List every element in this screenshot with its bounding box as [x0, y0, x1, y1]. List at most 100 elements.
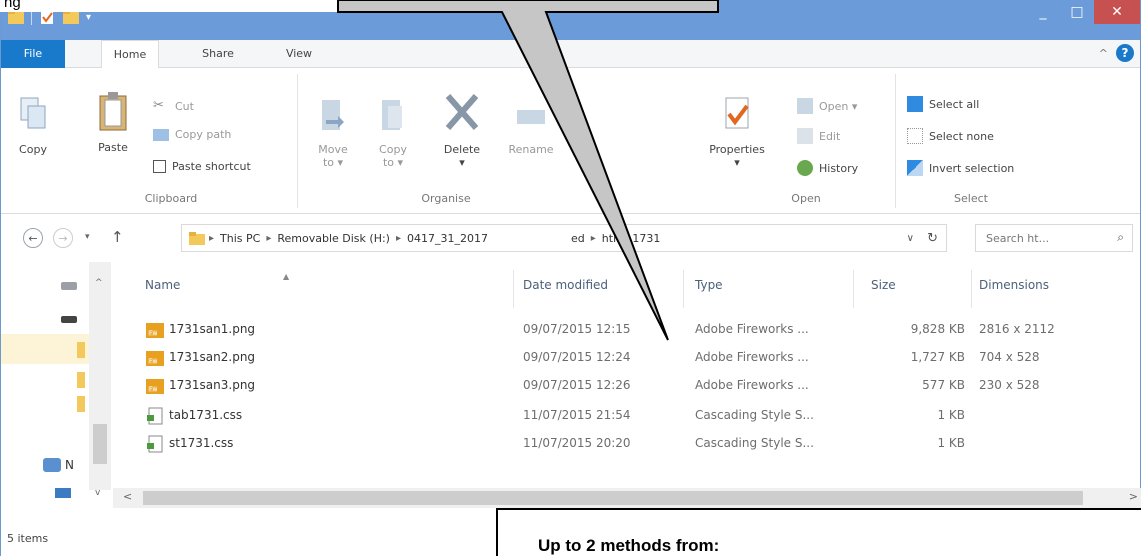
window-controls: _ □ ✕	[1026, 0, 1140, 32]
horizontal-scroll-thumb[interactable]	[143, 491, 1083, 505]
close-button[interactable]: ✕	[1094, 0, 1140, 24]
breadcrumb-html-1731[interactable]: html_1731	[602, 232, 661, 245]
cut-label: Cut	[175, 99, 194, 113]
open-button[interactable]: Open ▾	[797, 98, 857, 114]
network-label[interactable]: N	[65, 458, 74, 472]
minimize-ribbon-icon[interactable]: ^	[1099, 47, 1108, 60]
search-input[interactable]: Search ht...	[986, 232, 1049, 245]
copy-button[interactable]: Copy	[15, 96, 51, 156]
file-dimensions: 704 x 528	[979, 350, 1040, 364]
column-divider[interactable]	[971, 270, 972, 308]
copy-to-icon	[382, 100, 402, 130]
drive-icon[interactable]	[61, 282, 77, 290]
copy-to-button[interactable]: Copy to ▾	[373, 98, 413, 169]
tab-view[interactable]: View	[279, 40, 319, 68]
tab-share[interactable]: Share	[195, 40, 241, 68]
tab-file[interactable]: File	[1, 40, 65, 68]
select-none-button[interactable]: Select none	[907, 128, 994, 144]
ribbon: Copy Paste ✂ Cut Copy path Paste shortcu…	[1, 68, 1140, 214]
tab-home[interactable]: Home	[101, 40, 159, 69]
properties-button[interactable]: Properties ▾	[707, 94, 767, 169]
column-divider[interactable]	[513, 270, 514, 308]
address-dropdown-icon[interactable]: ∨	[907, 233, 914, 244]
scroll-right-icon[interactable]: >	[1129, 490, 1138, 503]
cut-button[interactable]: ✂ Cut	[153, 98, 194, 114]
column-header-type[interactable]: Type	[695, 278, 723, 292]
organise-group-label: Organise	[421, 192, 471, 205]
copy-path-button[interactable]: Copy path	[153, 128, 231, 141]
column-header-size[interactable]: Size	[871, 278, 896, 292]
nav-pane-scrollbar[interactable]: ^ v	[89, 262, 111, 498]
paste-icon	[99, 92, 127, 131]
history-button[interactable]: History	[797, 160, 858, 176]
help-icon[interactable]: ?	[1116, 44, 1134, 62]
edit-button[interactable]: Edit	[797, 128, 840, 144]
forward-button[interactable]: →	[53, 228, 73, 248]
file-list: ▲ Name Date modified Type Size Dimension…	[113, 262, 1141, 488]
breadcrumb-partial[interactable]: ed	[571, 232, 585, 245]
invert-selection-button[interactable]: Invert selection	[907, 160, 1014, 176]
back-button[interactable]: ←	[23, 228, 43, 248]
scroll-down-icon[interactable]: v	[95, 488, 100, 498]
open-icon	[797, 98, 813, 114]
drive-icon[interactable]	[61, 316, 77, 323]
file-name: 1731san1.png	[169, 322, 256, 336]
file-row[interactable]: st1731.css 11/07/2015 20:20 Cascading Styl…	[113, 432, 1113, 456]
address-bar[interactable]: ▸ This PC ▸ Removable Disk (H:) ▸ 0417_3…	[181, 224, 947, 252]
file-type: Cascading Style S...	[695, 408, 814, 422]
file-date-modified: 11/07/2015 21:54	[523, 408, 631, 422]
file-row[interactable]: Fw 1731san3.png 09/07/2015 12:26 Adobe Fire…	[113, 374, 1113, 398]
column-divider[interactable]	[683, 270, 684, 308]
move-to-button[interactable]: Move to ▾	[313, 98, 353, 169]
customize-toolbar-icon[interactable]: ▾	[86, 12, 91, 23]
ribbon-help-area: ^ ?	[1099, 44, 1134, 62]
horizontal-scrollbar[interactable]: < >	[113, 488, 1141, 508]
folder-icon[interactable]	[77, 342, 85, 358]
recent-locations-icon[interactable]: ▾	[85, 232, 90, 242]
homegroup-icon[interactable]	[55, 488, 71, 498]
paste-button[interactable]: Paste	[93, 90, 133, 154]
up-button[interactable]: ↑	[111, 228, 124, 246]
column-header-dimensions[interactable]: Dimensions	[979, 278, 1049, 292]
select-all-button[interactable]: Select all	[907, 96, 979, 112]
nav-selected-item[interactable]	[1, 334, 89, 364]
search-icon: ⌕	[1117, 230, 1124, 244]
properties-icon[interactable]	[38, 8, 56, 26]
new-folder-icon[interactable]	[62, 8, 80, 26]
fireworks-file-icon: Fw	[145, 349, 165, 367]
minimize-button[interactable]: _	[1026, 0, 1060, 24]
paste-shortcut-button[interactable]: Paste shortcut	[153, 160, 251, 173]
network-icon[interactable]	[43, 458, 61, 472]
column-header-date-modified[interactable]: Date modified	[523, 278, 608, 292]
invert-selection-label: Invert selection	[929, 161, 1015, 175]
scroll-up-icon[interactable]: ^	[95, 278, 103, 288]
column-divider[interactable]	[853, 270, 854, 308]
file-date-modified: 09/07/2015 12:15	[523, 322, 631, 336]
file-row[interactable]: Fw 1731san2.png 09/07/2015 12:24 Adobe Fire…	[113, 346, 1113, 370]
folder-icon[interactable]	[77, 372, 85, 388]
paste-label: Paste	[98, 141, 128, 154]
open-label: Open ▾	[819, 99, 858, 113]
column-header-name[interactable]: Name	[145, 278, 180, 292]
file-name: st1731.css	[169, 436, 234, 450]
breadcrumb-folder[interactable]: 0417_31_2017	[407, 232, 488, 245]
select-all-label: Select all	[929, 97, 980, 111]
file-row[interactable]: Fw 1731san1.png 09/07/2015 12:15 Adobe Fire…	[113, 318, 1113, 342]
rename-button[interactable]: Rename	[501, 98, 561, 156]
navigation-bar: ← → ▾ ↑ ▸ This PC ▸ Removable Disk (H:) …	[1, 218, 1140, 256]
delete-button[interactable]: Delete ▾	[437, 90, 487, 169]
folder-icon[interactable]	[77, 396, 85, 412]
search-box[interactable]: Search ht... ⌕	[975, 224, 1133, 252]
ribbon-separator	[297, 74, 298, 208]
move-to-label-2: to ▾	[322, 156, 344, 169]
breadcrumb-separator: ▸	[209, 232, 215, 244]
maximize-button[interactable]: □	[1060, 0, 1094, 24]
refresh-icon[interactable]: ↻	[927, 231, 938, 246]
invert-selection-icon	[907, 160, 923, 176]
file-row[interactable]: tab1731.css 11/07/2015 21:54 Cascading Sty…	[113, 404, 1113, 428]
breadcrumb-removable-disk[interactable]: Removable Disk (H:)	[277, 232, 390, 245]
scroll-left-icon[interactable]: <	[123, 490, 132, 503]
item-count: 5 items	[7, 532, 49, 545]
breadcrumb-this-pc[interactable]: This PC	[220, 232, 260, 245]
nav-pane-scroll-thumb[interactable]	[93, 424, 107, 464]
